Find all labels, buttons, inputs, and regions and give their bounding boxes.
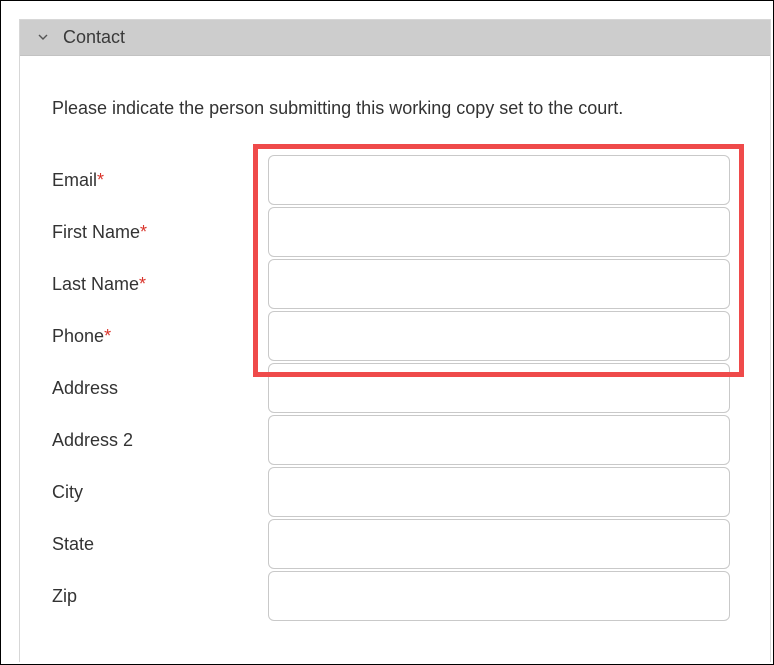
email-field[interactable] <box>268 155 730 205</box>
required-mark: * <box>104 326 112 346</box>
phone-label: Phone* <box>52 326 112 346</box>
chevron-down-icon[interactable] <box>36 31 50 45</box>
section-title: Contact <box>63 27 126 47</box>
intro-text: Please indicate the person submitting th… <box>52 98 624 118</box>
last-name-label: Last Name* <box>52 274 147 294</box>
form-row-first-name: First Name* <box>20 206 770 258</box>
form-row-city: City <box>20 466 770 518</box>
contact-panel: Contact Please indicate the person submi… <box>19 19 771 662</box>
address-label: Address <box>52 378 119 398</box>
city-field[interactable] <box>268 467 730 517</box>
required-mark: * <box>139 274 147 294</box>
address-2-field[interactable] <box>268 415 730 465</box>
first-name-label: First Name* <box>52 222 148 242</box>
zip-field[interactable] <box>268 571 730 621</box>
form-row-last-name: Last Name* <box>20 258 770 310</box>
form-row-address: Address <box>20 362 770 414</box>
last-name-field[interactable] <box>268 259 730 309</box>
state-field[interactable] <box>268 519 730 569</box>
screenshot-frame: Contact Please indicate the person submi… <box>0 0 774 665</box>
email-label: Email* <box>52 170 105 190</box>
zip-label: Zip <box>52 586 78 606</box>
address-2-label: Address 2 <box>52 430 134 450</box>
address-field[interactable] <box>268 363 730 413</box>
form-row-phone: Phone* <box>20 310 770 362</box>
form-row-address-2: Address 2 <box>20 414 770 466</box>
form-row-state: State <box>20 518 770 570</box>
contact-panel-header[interactable]: Contact <box>20 20 770 56</box>
phone-field[interactable] <box>268 311 730 361</box>
state-label: State <box>52 534 95 554</box>
required-mark: * <box>97 170 105 190</box>
form-row-zip: Zip <box>20 570 770 622</box>
city-label: City <box>52 482 83 502</box>
required-mark: * <box>140 222 148 242</box>
form-row-email: Email* <box>20 154 770 206</box>
first-name-field[interactable] <box>268 207 730 257</box>
